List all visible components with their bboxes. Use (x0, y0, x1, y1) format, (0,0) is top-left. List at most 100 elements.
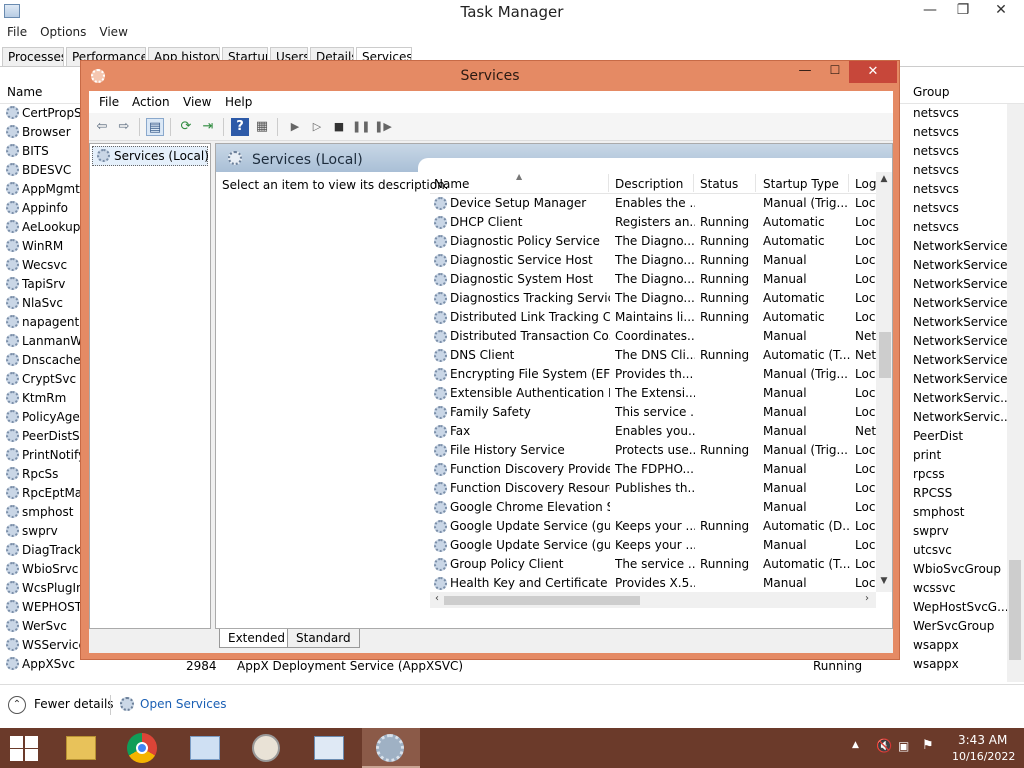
start-service-icon[interactable]: ▶ (286, 118, 304, 136)
table-row[interactable]: Distributed Transaction Co... Coordinates… (430, 327, 876, 346)
table-row[interactable]: Distributed Link Tracking Cl... Maintains… (430, 308, 876, 327)
taskbar-file-explorer[interactable] (52, 728, 110, 768)
column-startup-type[interactable]: Startup Type (763, 177, 839, 191)
tab-standard[interactable]: Standard (287, 629, 360, 648)
restart-service-icon[interactable]: ❚▶ (374, 118, 392, 136)
tm-service-name[interactable]: CertPropSv (6, 106, 82, 125)
table-row[interactable]: Diagnostic System Host The Diagno... Runni… (430, 270, 876, 289)
scroll-down-arrow-icon[interactable]: ▼ (876, 576, 892, 586)
volume-muted-icon[interactable]: 🔇 (876, 739, 892, 754)
tm-service-name[interactable]: BITS (6, 144, 49, 163)
pause-service-icon[interactable]: ❚❚ (352, 118, 370, 136)
start-button[interactable] (6, 734, 40, 762)
properties-icon[interactable]: ▦ (253, 118, 271, 136)
chevron-up-icon[interactable]: ⌃ (8, 696, 26, 714)
clock-date[interactable]: 10/16/2022 (952, 750, 1015, 763)
tm-menu-file[interactable]: File (0, 24, 33, 39)
svc-menu-file[interactable]: File (99, 95, 119, 109)
back-arrow-icon[interactable]: ⇦ (93, 118, 111, 136)
tm-service-name[interactable]: NlaSvc (6, 296, 63, 315)
console-tree-icon[interactable]: ▤ (146, 118, 164, 136)
column-separator[interactable] (848, 174, 849, 192)
tm-service-name[interactable]: KtmRm (6, 391, 66, 410)
tm-service-name[interactable]: napagent (6, 315, 79, 334)
tm-minimize-button[interactable]: — (915, 0, 945, 22)
export-list-icon[interactable]: ⇥ (199, 118, 217, 136)
tm-service-name[interactable]: PolicyAger (6, 410, 82, 429)
table-row[interactable]: File History Service Protects use... Runni… (430, 441, 876, 460)
tm-service-name[interactable]: WEPHOSTS (6, 600, 82, 619)
table-row[interactable]: Google Chrome Elevation S... Manual Loc (430, 498, 876, 517)
scroll-up-arrow-icon[interactable]: ▲ (876, 174, 892, 184)
tm-column-group[interactable]: Group (913, 85, 950, 99)
table-row[interactable]: Encrypting File System (EFS) Provides th.… (430, 365, 876, 384)
table-row[interactable]: Google Update Service (gup... Keeps your … (430, 536, 876, 555)
services-maximize-button[interactable]: ☐ (821, 63, 849, 83)
tm-service-name[interactable]: Appinfo (6, 201, 68, 220)
table-row[interactable]: Extensible Authentication P... The Extens… (430, 384, 876, 403)
taskbar-task-manager[interactable] (300, 728, 358, 768)
tree-item-services-local[interactable]: Services (Local) (92, 146, 209, 166)
tm-service-name[interactable]: smphost (6, 505, 73, 524)
tm-service-name[interactable]: Wecsvc (6, 258, 67, 277)
stop-service-icon[interactable]: ■ (330, 118, 348, 136)
tm-service-name[interactable]: WinRM (6, 239, 63, 258)
tm-service-name[interactable]: WcsPlugIn (6, 581, 82, 600)
taskbar-control-panel[interactable] (176, 728, 234, 768)
tm-service-name[interactable]: RpcSs (6, 467, 58, 486)
tab-extended[interactable]: Extended (219, 629, 294, 648)
tm-scroll-thumb[interactable] (1009, 560, 1021, 660)
table-row[interactable]: Diagnostic Service Host The Diagno... Runn… (430, 251, 876, 270)
taskbar-chrome[interactable] (114, 728, 172, 768)
tm-service-name[interactable]: BDESVC (6, 163, 71, 182)
tm-service-name[interactable]: swprv (6, 524, 58, 543)
forward-arrow-icon[interactable]: ⇨ (115, 118, 133, 136)
table-row[interactable]: Family Safety This service ... Manual Loc (430, 403, 876, 422)
svc-menu-action[interactable]: Action (132, 95, 170, 109)
tm-service-name[interactable]: CryptSvc (6, 372, 76, 391)
tm-menu-view[interactable]: View (92, 24, 133, 39)
scroll-left-arrow-icon[interactable]: ‹ (430, 593, 444, 604)
taskbar-services[interactable] (362, 728, 420, 768)
tm-service-name[interactable]: DiagTrack (6, 543, 81, 562)
tm-column-name[interactable]: Name (7, 85, 42, 99)
column-name[interactable]: Name (434, 177, 469, 191)
tm-service-name[interactable]: WbioSrvc (6, 562, 78, 581)
tm-service-name[interactable]: PeerDistSv (6, 429, 82, 448)
column-log-on-as[interactable]: Log (855, 177, 876, 191)
tm-service-name[interactable]: Browser (6, 125, 71, 144)
column-separator[interactable] (608, 174, 609, 192)
services-scroll-thumb[interactable] (879, 332, 891, 378)
table-row[interactable]: Health Key and Certificate ... Provides X… (430, 574, 876, 590)
tm-service-name[interactable]: PrintNotify (6, 448, 82, 467)
open-services-link[interactable]: Open Services (140, 697, 226, 711)
refresh-icon[interactable]: ⟳ (177, 118, 195, 136)
tm-menu-options[interactable]: Options (33, 24, 92, 39)
column-status[interactable]: Status (700, 177, 738, 191)
scroll-right-arrow-icon[interactable]: › (860, 593, 874, 604)
taskbar-compass-app[interactable] (238, 728, 296, 768)
show-hidden-icons-icon[interactable]: ▲ (852, 740, 859, 750)
services-minimize-button[interactable]: — (791, 63, 819, 83)
table-row[interactable]: Device Setup Manager Enables the ... Manua… (430, 194, 876, 213)
task-manager-titlebar[interactable]: Task Manager — ❐ ✕ (0, 0, 1024, 24)
tm-service-name[interactable]: WSService (6, 638, 82, 657)
tm-service-name[interactable]: AppMgmt (6, 182, 80, 201)
help-icon[interactable]: ? (231, 118, 249, 136)
column-separator[interactable] (693, 174, 694, 192)
tm-maximize-button[interactable]: ❐ (948, 0, 978, 22)
svc-menu-help[interactable]: Help (225, 95, 252, 109)
tm-service-name[interactable]: TapiSrv (6, 277, 65, 296)
table-row[interactable]: Fax Enables you... Manual Net (430, 422, 876, 441)
network-icon[interactable]: ▣ (898, 739, 909, 753)
table-row[interactable]: Group Policy Client The service ... Runnin… (430, 555, 876, 574)
tm-service-name[interactable]: AeLookupS (6, 220, 82, 239)
tm-service-name[interactable]: LanmanWo (6, 334, 82, 353)
table-row[interactable]: Function Discovery Resourc... Publishes t… (430, 479, 876, 498)
svc-menu-view[interactable]: View (183, 95, 211, 109)
table-row[interactable]: DNS Client The DNS Cli... Running Automatic… (430, 346, 876, 365)
column-separator[interactable] (755, 174, 756, 192)
action-center-icon[interactable]: ⚑ (922, 738, 934, 753)
fewer-details-link[interactable]: Fewer details (34, 697, 114, 711)
services-gear-icon[interactable] (120, 697, 134, 711)
